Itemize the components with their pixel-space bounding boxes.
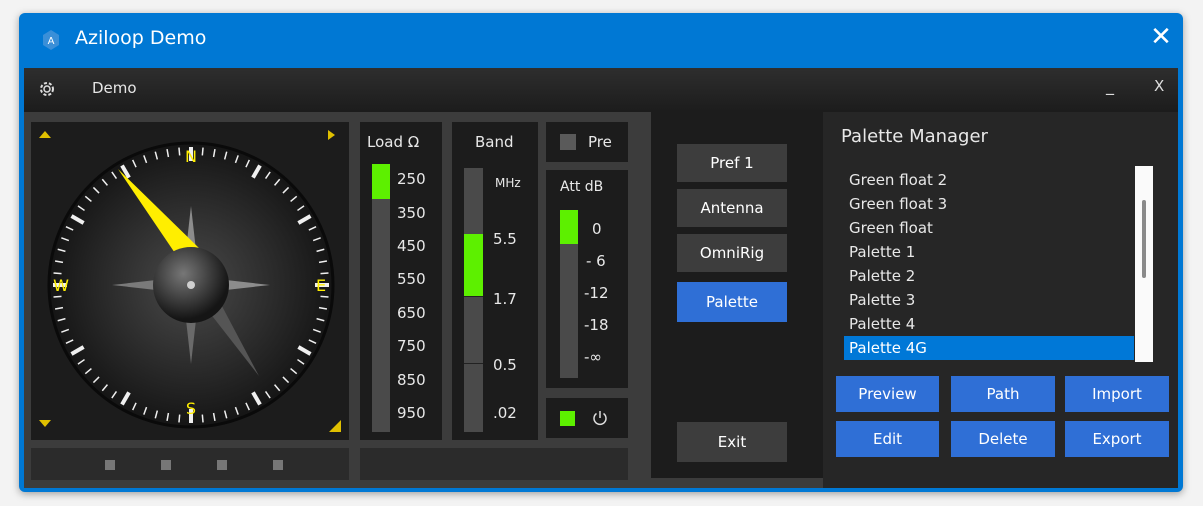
scrollbar-thumb[interactable] (1142, 200, 1146, 278)
window-title: Aziloop Demo (75, 27, 207, 49)
band-scale-02: .02 (493, 404, 517, 422)
palette-list-item[interactable]: Green float (844, 216, 1134, 240)
edit-button[interactable]: Edit (836, 421, 939, 457)
band-divider (464, 363, 483, 364)
menu-panel: Pref 1 Antenna OmniRig Palette Exit (651, 112, 823, 478)
status-led-2 (161, 460, 171, 470)
palette-list-item[interactable]: Green float 2 (844, 168, 1134, 192)
window-close-button[interactable]: ✕ (1147, 23, 1175, 51)
preview-button[interactable]: Preview (836, 376, 939, 412)
export-button[interactable]: Export (1065, 421, 1169, 457)
exit-button[interactable]: Exit (677, 422, 787, 462)
compass-panel[interactable]: N S E W (31, 122, 349, 440)
att-scale-6: - 6 (586, 252, 606, 270)
load-scale-250: 250 (397, 170, 426, 188)
palette-list-scrollbar[interactable] (1135, 166, 1153, 362)
status-led-1 (105, 460, 115, 470)
antenna-button[interactable]: Antenna (677, 189, 787, 227)
compass-tick (201, 414, 204, 423)
compass-tick (178, 414, 181, 423)
band-scale-5.5: 5.5 (493, 230, 517, 248)
load-scale-550: 550 (397, 270, 426, 288)
attenuator-panel: Att dB 0 - 6 -12 -18 -∞ (546, 170, 628, 388)
att-scale-12: -12 (584, 284, 609, 302)
compass-dial[interactable]: N S E W (31, 122, 349, 440)
import-button[interactable]: Import (1065, 376, 1169, 412)
load-slider-track[interactable] (372, 164, 390, 432)
corner-down-arrow-icon[interactable] (39, 420, 51, 427)
load-scale-850: 850 (397, 371, 426, 389)
att-scale-18: -18 (584, 316, 609, 334)
palette-list-item[interactable]: Palette 4 (844, 312, 1134, 336)
power-icon[interactable] (591, 409, 609, 427)
load-scale-350: 350 (397, 204, 426, 222)
compass-status-bar (31, 448, 349, 480)
power-toggle[interactable] (546, 398, 628, 438)
band-scale-1.7: 1.7 (493, 290, 517, 308)
app-title: Demo (92, 79, 137, 97)
app-toolbar: Demo _ X (24, 68, 1178, 112)
load-slider-fill (372, 164, 390, 199)
palette-manager-title: Palette Manager (841, 126, 988, 147)
load-scale-650: 650 (397, 304, 426, 322)
band-selected-fill (464, 234, 483, 296)
palette-list[interactable]: Green float 2 Green float 3 Green float … (839, 166, 1169, 362)
pref1-button[interactable]: Pref 1 (677, 144, 787, 182)
band-unit: MHz (495, 176, 521, 190)
load-header: Load Ω (367, 133, 420, 151)
band-selector-track[interactable] (464, 168, 483, 432)
gear-icon[interactable] (37, 79, 57, 99)
palette-list-item[interactable]: Palette 2 (844, 264, 1134, 288)
load-scale-750: 750 (397, 337, 426, 355)
compass-tick (53, 295, 62, 298)
status-led-4 (273, 460, 283, 470)
corner-right-arrow-icon[interactable] (328, 130, 335, 140)
power-led (560, 411, 575, 426)
compass-tick (53, 272, 62, 275)
omnirig-button[interactable]: OmniRig (677, 234, 787, 272)
compass-tick (201, 147, 204, 156)
compass-tick (320, 295, 329, 298)
pre-toggle[interactable]: Pre (546, 122, 628, 162)
att-scale-0: 0 (592, 220, 602, 238)
pre-label: Pre (588, 133, 612, 151)
title-bar[interactable]: A Aziloop Demo ✕ (19, 13, 1183, 68)
att-slider-fill (560, 210, 578, 244)
bottom-status-bar (360, 448, 628, 480)
compass-north-label: N (185, 147, 197, 166)
palette-list-item[interactable]: Green float 3 (844, 192, 1134, 216)
compass-south-label: S (186, 399, 196, 418)
corner-resize-arrow-icon[interactable] (329, 420, 341, 432)
palette-list-item-selected[interactable]: Palette 4G (844, 336, 1134, 360)
palette-list-item[interactable]: Palette 3 (844, 288, 1134, 312)
compass-east-label: E (316, 276, 326, 295)
status-led-3 (217, 460, 227, 470)
load-scale-450: 450 (397, 237, 426, 255)
band-divider (464, 296, 483, 297)
app-window: A Aziloop Demo ✕ Demo _ X N S E W Load Ω… (19, 13, 1183, 492)
svg-text:A: A (48, 36, 55, 47)
app-logo-icon: A (43, 30, 59, 50)
pre-checkbox[interactable] (560, 134, 576, 150)
palette-list-item[interactable]: Palette 1 (844, 240, 1134, 264)
band-scale-0.5: 0.5 (493, 356, 517, 374)
att-header: Att dB (560, 179, 604, 195)
palette-button[interactable]: Palette (677, 282, 787, 322)
compass-tick (320, 272, 329, 275)
load-panel: Load Ω 250 350 450 550 650 750 850 950 (360, 122, 442, 440)
path-button[interactable]: Path (951, 376, 1055, 412)
att-scale-inf: -∞ (584, 348, 602, 366)
corner-up-arrow-icon[interactable] (39, 131, 51, 138)
load-scale-950: 950 (397, 404, 426, 422)
delete-button[interactable]: Delete (951, 421, 1055, 457)
compass-west-label: W (53, 276, 69, 295)
band-header: Band (475, 133, 514, 151)
compass-tick (178, 147, 181, 156)
att-slider-track[interactable] (560, 210, 578, 378)
main-content: N S E W Load Ω 250 350 450 550 650 750 8… (24, 112, 1178, 488)
minimize-button[interactable]: _ (1106, 76, 1114, 95)
palette-manager-panel: Palette Manager Green float 2 Green floa… (823, 112, 1178, 488)
close-button[interactable]: X (1154, 77, 1164, 95)
band-panel: Band MHz 5.5 1.7 0.5 .02 (452, 122, 538, 440)
